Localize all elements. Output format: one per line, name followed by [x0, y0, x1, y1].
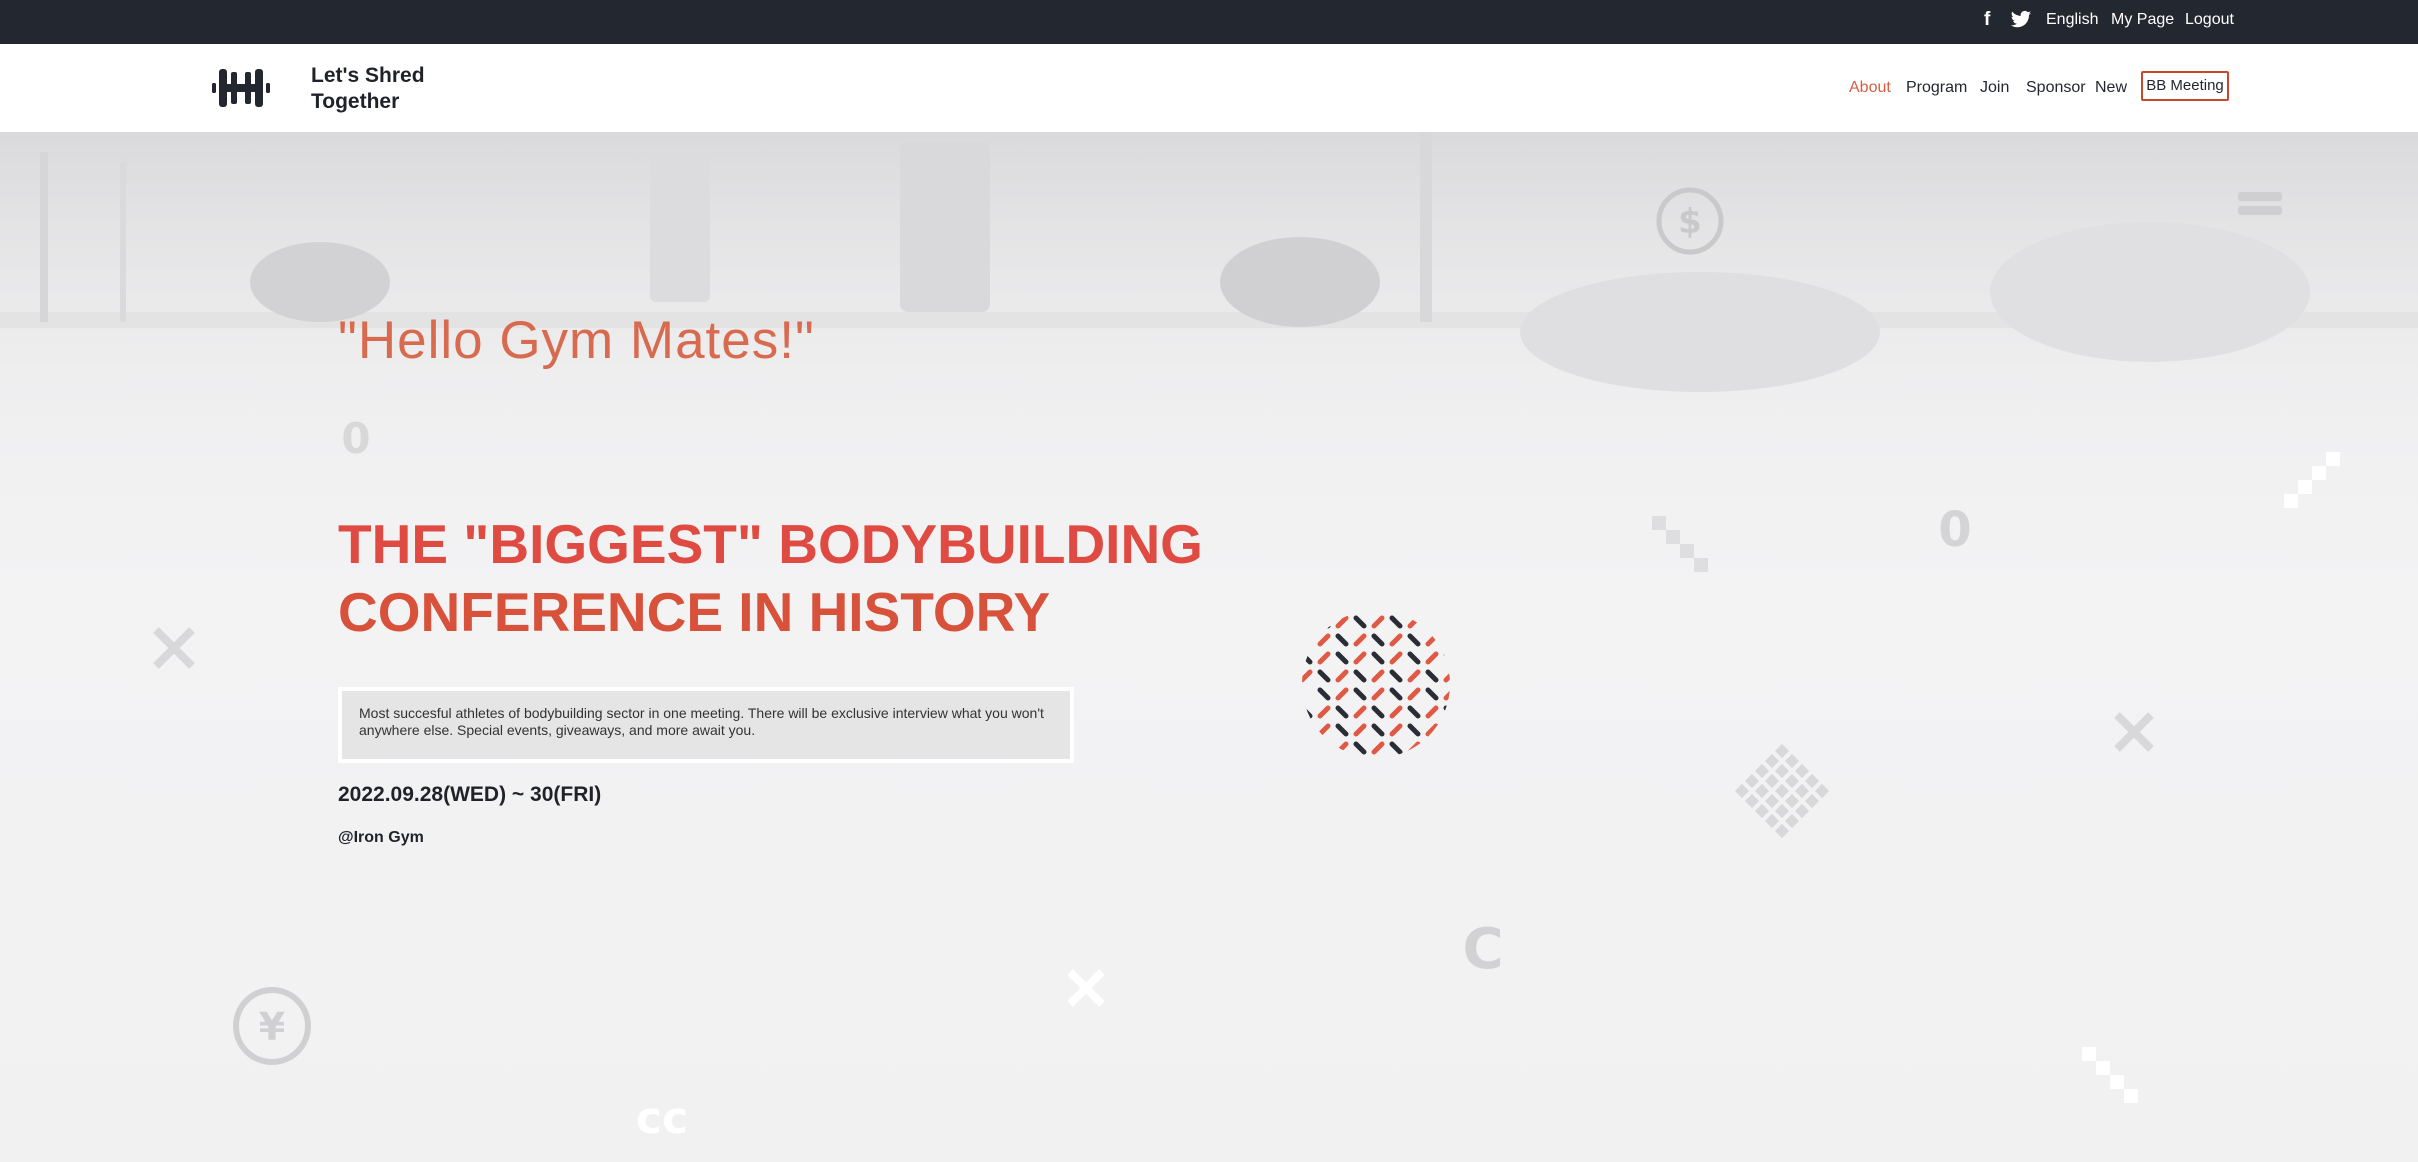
- nav-about[interactable]: About: [1849, 79, 1891, 97]
- svg-text:0: 0: [1938, 502, 1971, 552]
- my-page-link[interactable]: My Page: [2111, 11, 2174, 29]
- svg-text:$: $: [1678, 202, 1702, 242]
- checker-steps-icon: [1652, 516, 1708, 572]
- svg-text:¥: ¥: [259, 1005, 285, 1049]
- yen-coin-icon: ¥: [233, 987, 311, 1065]
- facebook-icon[interactable]: f: [1984, 9, 1990, 31]
- x-mark-icon: [1067, 969, 1105, 1007]
- dollar-coin-icon: $: [1656, 187, 1724, 255]
- barbell-icon[interactable]: [212, 66, 270, 110]
- headline-line-1: THE "BIGGEST" BODYBUILDING: [338, 513, 1203, 575]
- headline-line-2: CONFERENCE IN HISTORY: [338, 581, 1051, 643]
- checker-steps-icon: [2284, 452, 2340, 508]
- svg-text:cc: cc: [636, 1093, 688, 1139]
- nav-sponsor[interactable]: Sponsor: [2026, 79, 2086, 97]
- equals-icon: [2238, 192, 2282, 215]
- pattern-circle-icon: [1302, 615, 1450, 755]
- nav-new[interactable]: New: [2095, 79, 2127, 97]
- zero-icon: 0: [1938, 502, 1971, 552]
- brand-name[interactable]: Let's Shred Together: [311, 63, 451, 115]
- twitter-icon[interactable]: [2010, 10, 2032, 30]
- logout-link[interactable]: Logout: [2185, 11, 2234, 29]
- hero-description: Most succesful athletes of bodybuilding …: [338, 687, 1074, 763]
- diamond-grid-icon: [1734, 744, 1830, 839]
- site-header: Let's Shred Together About Program Join …: [0, 44, 2418, 133]
- x-mark-icon: [153, 627, 195, 669]
- language-link[interactable]: English: [2046, 11, 2098, 29]
- bb-meeting-button[interactable]: BB Meeting: [2141, 71, 2229, 101]
- event-venue: @Iron Gym: [338, 829, 424, 846]
- svg-text:0: 0: [341, 415, 370, 459]
- event-date: 2022.09.28(WED) ~ 30(FRI): [338, 783, 602, 806]
- gym-floor-backdrop: [0, 132, 2418, 462]
- hero-headline: THE "BIGGEST" BODYBUILDING CONFERENCE IN…: [338, 510, 1203, 646]
- c-letter-icon: C: [1462, 918, 1503, 978]
- hero-section: $ 0 0 C cc ¥ "Hello Gym Mates!": [0, 132, 2418, 1162]
- zero-icon: 0: [341, 415, 370, 459]
- nav-join[interactable]: Join: [1980, 79, 2009, 97]
- nav-program[interactable]: Program: [1906, 79, 1967, 97]
- cc-letters-icon: cc: [636, 1093, 688, 1139]
- checker-steps-icon: [2082, 1047, 2138, 1103]
- x-mark-icon: [2114, 712, 2154, 752]
- hero-greeting: "Hello Gym Mates!": [338, 311, 815, 370]
- svg-text:C: C: [1462, 918, 1503, 978]
- top-bar: f English My Page Logout: [0, 0, 2418, 44]
